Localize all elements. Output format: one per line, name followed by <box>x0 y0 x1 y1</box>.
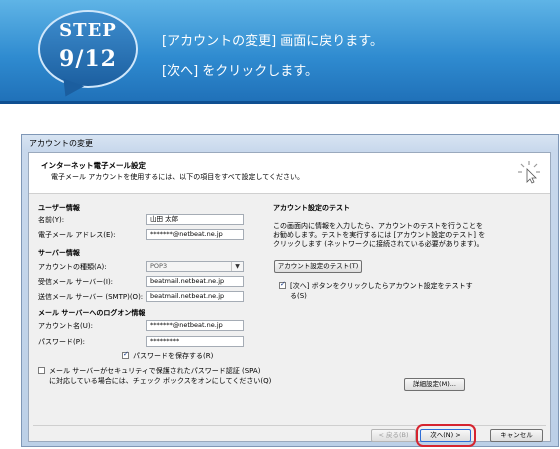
save-password-checkbox[interactable] <box>122 350 129 359</box>
email-label: 電子メール アドレス(E): <box>38 231 116 239</box>
more-settings-button[interactable]: 詳細設定(M)... <box>404 378 465 391</box>
test-on-next-label-line-2: る(S) <box>290 292 307 300</box>
incoming-server-label: 受信メール サーバー(I): <box>38 278 114 286</box>
logon-info-section: メール サーバーへのログオン情報 <box>38 309 146 317</box>
password-field[interactable]: ********* <box>146 336 244 347</box>
step-word: STEP <box>59 20 117 41</box>
outgoing-server-label: 送信メール サーバー (SMTP)(O): <box>38 293 144 301</box>
dialog-title: アカウントの変更 <box>29 139 93 148</box>
dropdown-arrow-icon: ▼ <box>231 262 243 271</box>
outgoing-server-field[interactable]: beatmail.netbeat.ne.jp <box>146 291 244 302</box>
test-on-next-checkbox[interactable] <box>279 280 286 289</box>
save-password-label: パスワードを保存する(R) <box>133 352 214 360</box>
user-info-section: ユーザー情報 <box>38 204 80 212</box>
account-test-section: アカウント設定のテスト <box>273 204 350 212</box>
email-field[interactable]: *******@netbeat.ne.jp <box>146 229 244 240</box>
step-number: 9/12 <box>59 46 117 72</box>
step-badge: STEP 9/12 <box>38 10 138 88</box>
back-button[interactable]: < 戻る(B) <box>371 429 416 442</box>
incoming-server-field[interactable]: beatmail.netbeat.ne.jp <box>146 276 244 287</box>
header-title: インターネット電子メール設定 <box>41 161 146 170</box>
instruction-line-2: [次へ] をクリックします。 <box>162 64 318 79</box>
server-info-section: サーバー情報 <box>38 249 80 257</box>
spa-checkbox[interactable] <box>38 367 45 374</box>
header-subtitle: 電子メール アカウントを使用するには、以下の項目をすべて設定してください。 <box>51 173 305 181</box>
name-label: 名前(Y): <box>38 216 65 224</box>
dialog-body: インターネット電子メール設定 電子メール アカウントを使用するには、以下の項目を… <box>28 152 551 447</box>
step-banner: STEP 9/12 [アカウントの変更] 画面に戻ります。 [次へ] をクリック… <box>0 0 560 104</box>
spa-label-line-2: に対応している場合には、チェック ボックスをオンにしてください(Q) <box>49 377 272 385</box>
test-on-next-label-line-1: [次へ] ボタンをクリックしたらアカウント設定をテストす <box>290 282 473 290</box>
banner-divider <box>0 101 560 104</box>
cancel-button[interactable]: キャンセル <box>490 429 543 442</box>
account-name-field[interactable]: *******@netbeat.ne.jp <box>146 320 244 331</box>
account-type-select[interactable]: POP3 ▼ <box>146 261 244 272</box>
instruction-line-1: [アカウントの変更] 画面に戻ります。 <box>162 34 383 49</box>
spa-label-line-1: メール サーバーがセキュリティで保護されたパスワード認証 (SPA) <box>49 367 261 375</box>
account-type-value: POP3 <box>150 262 168 270</box>
password-label: パスワード(P): <box>38 338 86 346</box>
test-account-settings-button[interactable]: アカウント設定のテスト(T) <box>274 260 362 273</box>
cursor-icon <box>518 161 540 184</box>
next-button-highlight <box>416 424 476 447</box>
dialog-header: インターネット電子メール設定 電子メール アカウントを使用するには、以下の項目を… <box>29 153 550 194</box>
name-field[interactable]: 山田 太郎 <box>146 214 244 225</box>
test-description-line-3: クリックします (ネットワークに接続されている必要があります)。 <box>273 240 484 248</box>
account-change-dialog: アカウントの変更 インターネット電子メール設定 電子メール アカウントを使用する… <box>21 134 559 447</box>
account-type-label: アカウントの種類(A): <box>38 263 107 271</box>
account-name-label: アカウント名(U): <box>38 322 93 330</box>
